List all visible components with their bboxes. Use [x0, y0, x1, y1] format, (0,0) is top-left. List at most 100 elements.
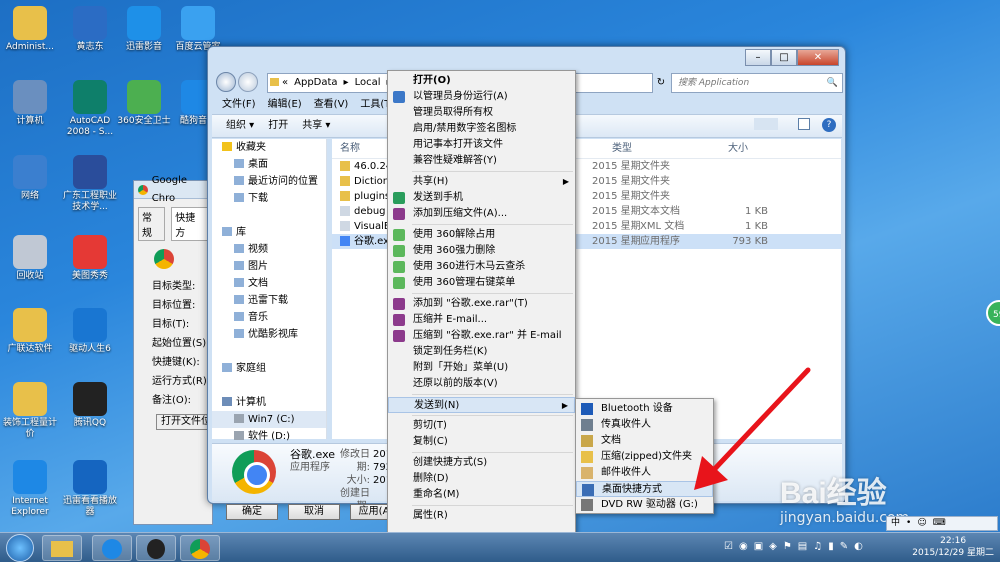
maximize-button[interactable]: □ [771, 49, 797, 66]
ime-icon[interactable]: ⌨ [933, 517, 946, 530]
menu-item[interactable]: 文件(F) [218, 96, 260, 114]
ime-icon[interactable]: • [906, 517, 911, 530]
context-menu-item[interactable]: 兼容性疑难解答(Y) [388, 153, 575, 169]
nav-item[interactable]: 优酷影视库 [212, 326, 326, 343]
context-menu-item[interactable]: 启用/禁用数字签名图标 [388, 121, 575, 137]
desktop-icon-item[interactable]: 驱动人生6 [62, 308, 118, 355]
breadcrumb-item[interactable]: Local [355, 77, 381, 88]
nav-item[interactable]: 最近访问的位置 [212, 173, 326, 190]
desktop-icon-item[interactable]: 广东工程职业技术学... [62, 155, 118, 213]
app-icon [13, 235, 47, 269]
tab-shortcut[interactable]: 快捷方 [171, 207, 208, 241]
context-menu-item[interactable]: 属性(R) [388, 508, 575, 524]
ime-mode[interactable]: 中 [891, 517, 900, 530]
context-menu-item[interactable]: 重命名(M) [388, 487, 575, 503]
context-menu-item[interactable]: 添加到压缩文件(A)... [388, 206, 575, 222]
context-menu-item[interactable]: 锁定到任务栏(K) [388, 344, 575, 360]
desktop-icon-item[interactable]: 迅雷看看播放器 [62, 460, 118, 518]
nav-item[interactable]: 库 [212, 224, 326, 241]
minimize-button[interactable]: – [745, 49, 771, 66]
start-button[interactable] [6, 534, 34, 562]
context-menu-item[interactable]: 剪切(T) [388, 418, 575, 434]
folder-icon [270, 78, 279, 86]
context-menu: 打开(O) 以管理员身份运行(A) 管理员取得所有权 启用/禁用数字签名图标 用记事本打… [387, 70, 576, 533]
breadcrumb-item[interactable]: AppData [294, 77, 337, 88]
forward-button[interactable] [238, 72, 258, 92]
help-icon[interactable]: ? [822, 118, 836, 132]
context-menu-item[interactable]: 添加到 "谷歌.exe.rar"(T) [388, 296, 575, 312]
nav-item[interactable]: 视频 [212, 241, 326, 258]
breadcrumb-item[interactable]: « [282, 77, 288, 88]
desktop-icon-item[interactable]: 迅雷影音 [116, 6, 172, 53]
context-menu-item[interactable]: 以管理员身份运行(A) [388, 89, 575, 105]
taskbar-explorer[interactable] [42, 535, 82, 561]
context-menu-item[interactable]: 使用 360管理右键菜单 [388, 275, 575, 291]
nav-item[interactable]: 下载 [212, 190, 326, 207]
context-menu-item[interactable]: 复制(C) [388, 434, 575, 450]
ime-icon[interactable]: ☺ [917, 517, 926, 530]
nav-item[interactable]: 迅雷下载 [212, 292, 326, 309]
desktop-icon-item[interactable]: 黄志东 [62, 6, 118, 53]
search-input[interactable]: 搜索 Application 🔍 [671, 73, 843, 93]
context-menu-item[interactable]: 使用 360强力删除 [388, 243, 575, 259]
clock[interactable]: 22:16 2015/12/29 星期二 [912, 535, 994, 559]
back-button[interactable] [216, 72, 236, 92]
desktop-icon-item[interactable]: 腾讯QQ [62, 382, 118, 429]
desktop-icon-item[interactable]: 计算机 [2, 80, 58, 127]
view-toggle-icon[interactable] [754, 118, 778, 130]
context-menu-item[interactable]: 附到「开始」菜单(U) [388, 360, 575, 376]
view-options-icon[interactable] [798, 118, 810, 130]
floating-badge[interactable]: 59 [986, 300, 1000, 326]
menu-item[interactable]: 查看(V) [310, 96, 353, 114]
tab-general[interactable]: 常规 [138, 207, 166, 241]
nav-item[interactable]: 文档 [212, 275, 326, 292]
desktop-icon-item[interactable]: AutoCAD 2008 - S... [62, 80, 118, 138]
context-menu-item[interactable]: 使用 360进行木马云查杀 [388, 259, 575, 275]
breadcrumb-item[interactable]: ▸ [344, 77, 349, 88]
desktop-icon-item[interactable]: 装饰工程量计价 [2, 382, 58, 440]
nav-item[interactable]: Win7 (C:) [212, 411, 326, 428]
context-menu-item[interactable]: 用记事本打开该文件 [388, 137, 575, 153]
context-menu-item[interactable]: 删除(D) [388, 471, 575, 487]
desktop-icon-item[interactable]: 360安全卫士 [116, 80, 172, 127]
refresh-button[interactable]: ↻ [654, 73, 668, 93]
context-menu-item[interactable]: 发送到(N) ▶ [388, 397, 575, 413]
cancel-button[interactable]: 取消 [288, 504, 340, 520]
context-menu-item[interactable]: 发送到手机 [388, 190, 575, 206]
close-button[interactable]: ✕ [797, 49, 839, 66]
context-menu-item[interactable]: 还原以前的版本(V) [388, 376, 575, 392]
desktop-icon-item[interactable]: 回收站 [2, 235, 58, 282]
menu-item[interactable]: 编辑(E) [264, 96, 306, 114]
nav-item[interactable]: 家庭组 [212, 360, 326, 377]
toolbar-button[interactable]: 打开 [268, 115, 288, 137]
tray-icons[interactable]: ☑◉▣◈⚑▤♫▮✎◐ [724, 541, 869, 552]
context-menu-item[interactable]: 管理员取得所有权 [388, 105, 575, 121]
taskbar-chrome[interactable] [180, 535, 220, 561]
nav-item[interactable]: 桌面 [212, 156, 326, 173]
context-menu-item[interactable]: 使用 360解除占用 [388, 227, 575, 243]
taskbar-kugou[interactable] [92, 535, 132, 561]
context-menu-item[interactable]: 打开(O) [388, 73, 575, 89]
desktop-icon-item[interactable]: Administ... [2, 6, 58, 53]
menu-label: 发送到手机 [413, 192, 463, 203]
toolbar-button[interactable]: 共享 ▾ [302, 115, 330, 137]
column-header[interactable]: 类型 [612, 139, 708, 158]
desktop-icon-item[interactable]: Internet Explorer [2, 460, 58, 518]
ok-button[interactable]: 确定 [226, 504, 278, 520]
nav-item[interactable]: 图片 [212, 258, 326, 275]
nav-item[interactable]: 收藏夹 [212, 139, 326, 156]
nav-item[interactable]: 计算机 [212, 394, 326, 411]
desktop-icon-item[interactable]: 美图秀秀 [62, 235, 118, 282]
context-menu-item[interactable]: 压缩并 E-mail... [388, 312, 575, 328]
desktop-icon-item[interactable]: 网络 [2, 155, 58, 202]
taskbar-qq[interactable] [136, 535, 176, 561]
desktop-icon-item[interactable]: 广联达软件 [2, 308, 58, 355]
context-menu-item[interactable]: 压缩到 "谷歌.exe.rar" 并 E-mail [388, 328, 575, 344]
search-icon: 🔍 [826, 78, 838, 88]
context-menu-item[interactable]: 创建快捷方式(S) [388, 455, 575, 471]
context-menu-item[interactable]: 共享(H) ▶ [388, 174, 575, 190]
column-header[interactable]: 大小 [708, 139, 748, 158]
toolbar-button[interactable]: 组织 ▾ [226, 115, 254, 137]
nav-item[interactable]: 音乐 [212, 309, 326, 326]
